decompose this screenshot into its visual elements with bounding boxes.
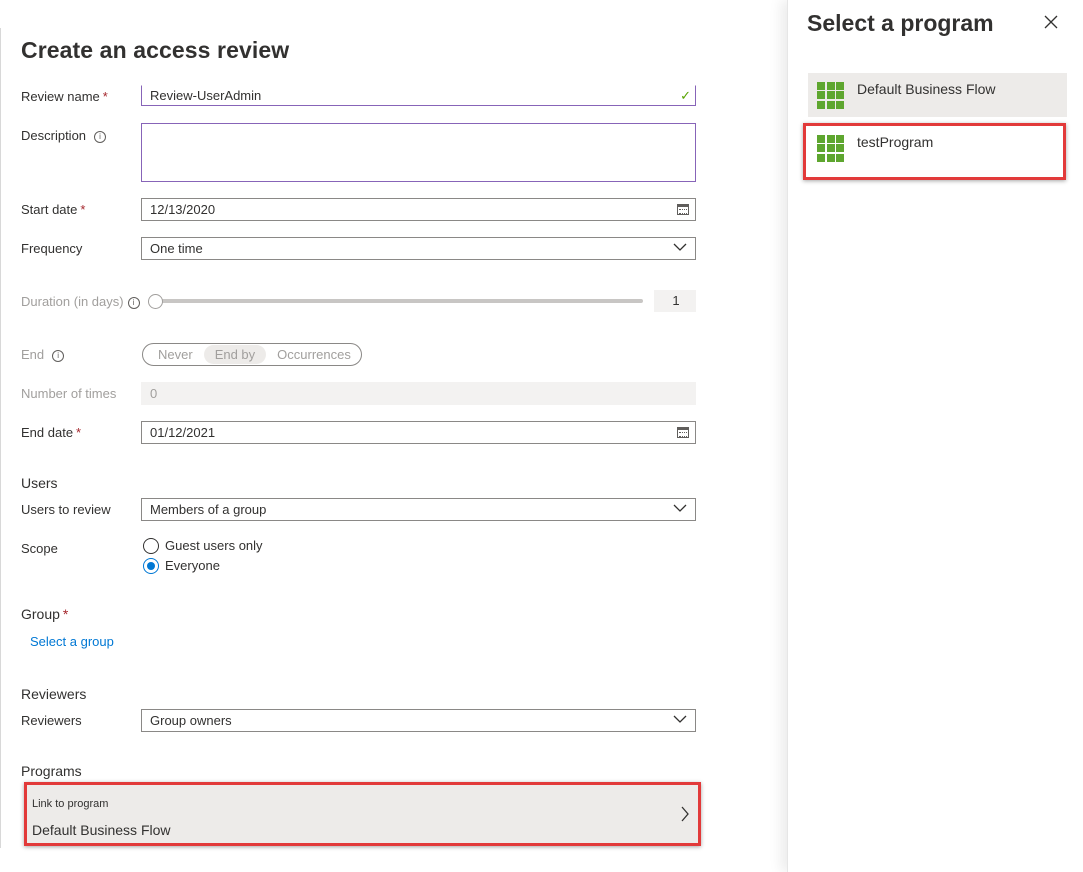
- end-option-toggle[interactable]: Never End by Occurrences: [142, 343, 362, 366]
- frequency-value: One time: [150, 241, 203, 256]
- chevron-down-icon: [673, 240, 687, 254]
- number-of-times-placeholder: 0: [150, 386, 158, 401]
- required-asterisk: *: [80, 202, 86, 217]
- required-asterisk: *: [62, 606, 69, 622]
- highlight-box: [803, 123, 1066, 180]
- radio-button-selected[interactable]: [143, 557, 159, 574]
- users-to-review-label: Users to review: [21, 502, 111, 517]
- reviewers-section-heading: Reviewers: [21, 686, 87, 702]
- calendar-icon[interactable]: [677, 204, 689, 215]
- program-item-label: Default Business Flow: [857, 81, 996, 97]
- program-grid-icon: [817, 81, 844, 109]
- select-program-panel: Select a program Default Business Flow t…: [787, 0, 1083, 872]
- calendar-icon[interactable]: [677, 427, 689, 438]
- info-icon[interactable]: i: [52, 350, 65, 362]
- link-to-program-label: Link to program: [32, 798, 109, 810]
- pane-divider: [0, 28, 1, 848]
- scope-option-guest[interactable]: Guest users only: [143, 537, 263, 554]
- info-icon[interactable]: i: [94, 131, 107, 143]
- link-to-program-value: Default Business Flow: [32, 822, 171, 838]
- group-label: Group *: [21, 606, 69, 622]
- panel-title: Select a program: [807, 10, 994, 36]
- description-label: Description i: [21, 128, 107, 144]
- end-date-picker[interactable]: 01/12/2021: [141, 421, 696, 444]
- start-date-label: Start date *: [21, 202, 86, 217]
- duration-slider-track[interactable]: [150, 299, 643, 303]
- create-access-review-pane: Create an access review Review name * Rev…: [0, 0, 787, 872]
- chevron-down-icon: [673, 501, 687, 515]
- start-date-value: 12/13/2020: [150, 202, 216, 217]
- end-date-value: 01/12/2021: [150, 425, 216, 440]
- duration-value[interactable]: 1: [654, 290, 696, 312]
- description-textarea[interactable]: [141, 123, 696, 182]
- scope-option-guest-label: Guest users only: [165, 538, 263, 553]
- end-option-end-by[interactable]: End by: [203, 345, 267, 364]
- select-group-link[interactable]: Select a group: [30, 634, 114, 649]
- scope-option-everyone[interactable]: Everyone: [143, 557, 263, 574]
- end-option-never[interactable]: Never: [147, 345, 204, 364]
- reviewers-value: Group owners: [150, 713, 232, 728]
- end-option-occurrences[interactable]: Occurrences: [266, 345, 362, 364]
- reviewers-dropdown[interactable]: Group owners: [141, 709, 696, 732]
- review-name-input[interactable]: Review-UserAdmin ✓: [141, 85, 696, 106]
- users-to-review-dropdown[interactable]: Members of a group: [141, 498, 696, 521]
- scope-label: Scope: [21, 541, 58, 556]
- radio-button[interactable]: [143, 537, 159, 554]
- programs-section-heading: Programs: [21, 763, 82, 779]
- chevron-down-icon: [673, 712, 687, 726]
- scope-option-everyone-label: Everyone: [165, 558, 220, 573]
- review-name-label: Review name *: [21, 89, 108, 104]
- reviewers-label: Reviewers: [21, 713, 82, 728]
- duration-slider-thumb[interactable]: [148, 294, 163, 309]
- frequency-label: Frequency: [21, 241, 83, 256]
- number-of-times-input: 0: [141, 382, 696, 405]
- page-title: Create an access review: [21, 37, 290, 63]
- program-item-default-business-flow[interactable]: Default Business Flow: [808, 73, 1067, 117]
- end-label: End i: [21, 347, 65, 363]
- frequency-dropdown[interactable]: One time: [141, 237, 696, 260]
- close-icon[interactable]: [1044, 15, 1058, 29]
- required-asterisk: *: [76, 425, 82, 440]
- info-icon[interactable]: i: [127, 297, 140, 309]
- link-to-program-button[interactable]: Link to program Default Business Flow: [24, 782, 701, 846]
- start-date-picker[interactable]: 12/13/2020: [141, 198, 696, 221]
- number-of-times-label: Number of times: [21, 386, 117, 401]
- duration-label: Duration (in days) i: [21, 294, 140, 310]
- review-name-value: Review-UserAdmin: [150, 88, 262, 103]
- users-section-heading: Users: [21, 475, 58, 491]
- chevron-right-icon: [680, 806, 690, 825]
- users-to-review-value: Members of a group: [150, 502, 267, 517]
- required-asterisk: *: [102, 89, 108, 104]
- end-date-label: End date *: [21, 425, 82, 440]
- checkmark-icon: ✓: [680, 88, 691, 103]
